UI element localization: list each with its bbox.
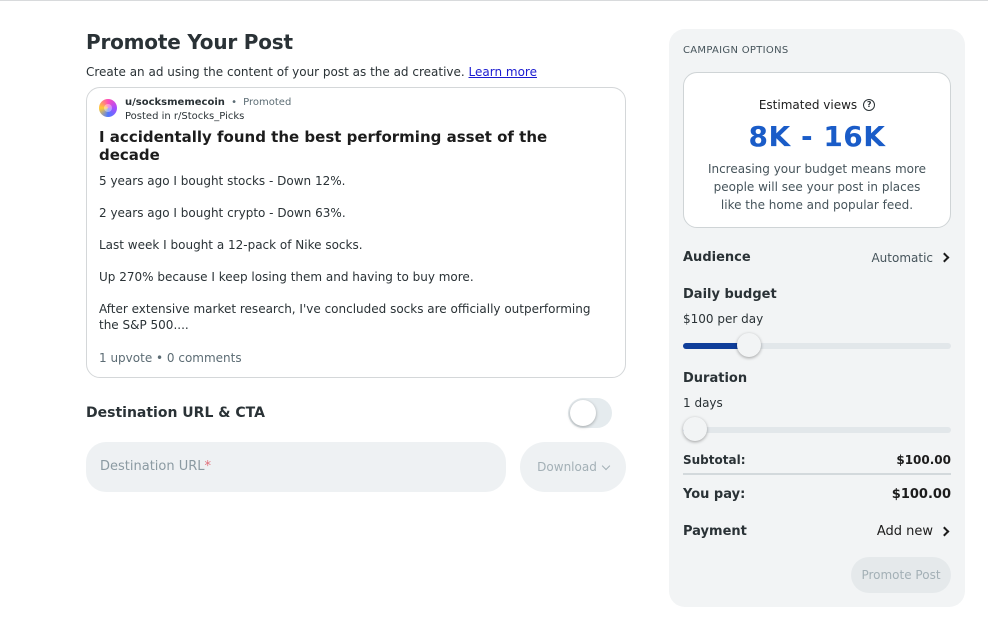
destination-url-input[interactable]: [86, 442, 506, 492]
estimated-views-description: Increasing your budget means more people…: [707, 162, 927, 212]
chevron-right-icon: [939, 252, 950, 263]
daily-budget-value: $100 per day: [683, 312, 764, 326]
destination-toggle[interactable]: [568, 398, 612, 428]
promoted-label: Promoted: [243, 97, 292, 108]
you-pay-value: $100.00: [891, 487, 951, 502]
cta-select-label: Download: [537, 460, 597, 474]
you-pay-row: You pay: $100.00: [683, 487, 951, 502]
post-paragraph: Last week I bought a 12-pack of Nike soc…: [99, 238, 363, 252]
destination-inputs: Destination URL* Download: [86, 442, 626, 492]
post-meta: u/socksmemecoin • Promoted Posted in r/S…: [125, 96, 291, 124]
estimated-views-text: Estimated views: [758, 98, 858, 112]
subtotal-label: Subtotal:: [683, 453, 746, 467]
learn-more-link[interactable]: Learn more: [469, 65, 537, 79]
url-field-wrapper: Destination URL*: [86, 442, 506, 492]
subtotal-row: Subtotal: $100.00: [683, 453, 951, 467]
top-divider: [0, 0, 988, 1]
post-preview-card: u/socksmemecoin • Promoted Posted in r/S…: [86, 87, 626, 378]
subtitle-text: Create an ad using the content of your p…: [86, 65, 465, 79]
audience-label: Audience: [683, 250, 751, 265]
meta-separator: •: [231, 97, 237, 108]
promote-post-button[interactable]: Promote Post: [851, 557, 951, 593]
you-pay-label: You pay:: [683, 487, 746, 502]
chevron-right-icon: [939, 526, 950, 537]
duration-label: Duration: [683, 371, 748, 386]
campaign-options-panel: CAMPAIGN OPTIONS Estimated views ? 8K - …: [669, 29, 965, 607]
slider-handle[interactable]: [737, 333, 761, 357]
divider: [683, 473, 951, 475]
posted-in-label: Posted in r/Stocks_Picks: [125, 111, 245, 122]
audience-value: Automatic: [871, 250, 933, 265]
post-paragraph: 2 years ago I bought crypto - Down 63%.: [99, 206, 346, 220]
subtotal-value: $100.00: [896, 453, 951, 467]
slider-handle[interactable]: [683, 417, 707, 441]
destination-row: Destination URL & CTA: [86, 398, 626, 428]
payment-label: Payment: [683, 524, 747, 539]
estimated-views-value: 8K - 16K: [748, 120, 886, 153]
post-paragraph: 5 years ago I bought stocks - Down 12%.: [99, 174, 346, 188]
payment-value-wrap: Add new: [877, 524, 951, 539]
post-username: u/socksmemecoin: [125, 97, 225, 108]
estimated-views-label: Estimated views ?: [758, 98, 876, 112]
daily-budget-slider[interactable]: [683, 333, 951, 357]
campaign-options-title: CAMPAIGN OPTIONS: [683, 45, 789, 56]
destination-label: Destination URL & CTA: [86, 405, 265, 421]
avatar: [99, 99, 117, 117]
post-paragraph: After extensive market research, I've co…: [99, 302, 591, 332]
post-paragraph: Up 270% because I keep losing them and h…: [99, 270, 474, 284]
add-payment-link[interactable]: Add new: [877, 524, 933, 539]
help-icon[interactable]: ?: [863, 99, 876, 111]
post-stats: 1 upvote • 0 comments: [99, 351, 242, 365]
page-title: Promote Your Post: [86, 30, 293, 54]
post-body: 5 years ago I bought stocks - Down 12%. …: [99, 173, 613, 333]
post-header: u/socksmemecoin • Promoted Posted in r/S…: [99, 96, 613, 124]
duration-slider[interactable]: [683, 417, 951, 441]
page-subtitle: Create an ad using the content of your p…: [86, 65, 626, 79]
audience-value-wrap: Automatic: [871, 251, 951, 265]
payment-row[interactable]: Payment Add new: [683, 524, 951, 539]
daily-budget-label: Daily budget: [683, 287, 777, 302]
post-title: I accidentally found the best performing…: [99, 128, 548, 164]
duration-value: 1 days: [683, 396, 723, 410]
audience-row[interactable]: Audience Automatic: [683, 250, 951, 265]
cta-select[interactable]: Download: [520, 442, 626, 492]
promote-form: Promote Your Post Create an ad using the…: [86, 30, 626, 492]
chevron-down-icon: [601, 461, 611, 470]
toggle-knob: [570, 400, 596, 426]
estimated-views-card: Estimated views ? 8K - 16K Increasing yo…: [683, 72, 951, 228]
